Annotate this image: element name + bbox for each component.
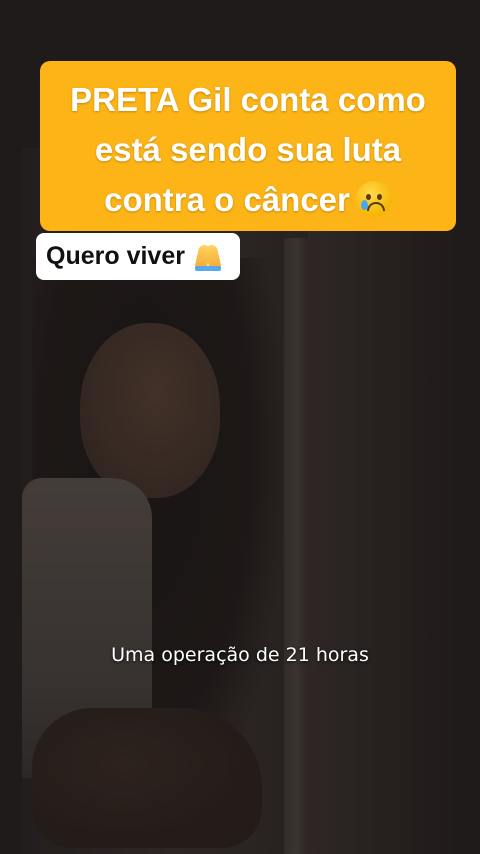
title-line-1: PRETA Gil conta como bbox=[70, 81, 426, 118]
title-banner: PRETA Gil conta como está sendo sua luta… bbox=[40, 61, 456, 231]
folded-hands-icon bbox=[193, 243, 223, 271]
subtitle-badge: Quero viver bbox=[36, 233, 240, 280]
crying-face-icon bbox=[355, 181, 392, 217]
title-line-2: está sendo sua luta bbox=[94, 131, 402, 168]
video-caption: Uma operação de 21 horas bbox=[111, 644, 369, 666]
title-line-3-wrap: contra o câncer bbox=[50, 175, 446, 225]
subtitle-text: Quero viver bbox=[46, 242, 185, 270]
video-screen[interactable]: PRETA Gil conta como está sendo sua luta… bbox=[0, 0, 480, 854]
title-line-3: contra o câncer bbox=[104, 181, 350, 218]
